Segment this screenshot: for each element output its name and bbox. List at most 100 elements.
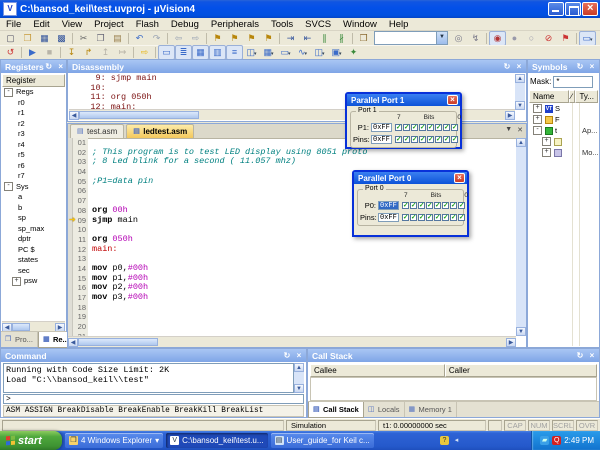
port-value-field[interactable]: 0xFF [371,134,392,144]
tree-expander-icon[interactable]: + [12,276,21,286]
start-stop-debug-icon[interactable]: ◉ [489,30,506,46]
scroll-right-icon[interactable]: ▶ [506,337,516,347]
scroll-up-icon[interactable]: ▲ [294,363,304,372]
tree-expander-icon[interactable]: + [542,148,551,157]
menu-svcs[interactable]: SVCS [299,18,337,31]
symbols-col-type[interactable]: Ty... [575,90,598,103]
analysis-window-icon[interactable]: ∿▾ [294,45,311,60]
editor-hscrollbar[interactable]: ◀ ▶ [68,336,516,347]
open-book-icon[interactable]: ❒ [355,31,372,46]
bit-checkbox[interactable]: ✓ [411,123,418,131]
close-panel-icon[interactable]: × [294,351,304,361]
maximize-button[interactable] [565,2,581,16]
new-file-icon[interactable]: ▢ [2,31,19,46]
incremental-find-icon[interactable]: ↯ [467,31,484,46]
tab-memory-1[interactable]: ▦ Memory 1 [405,402,457,417]
watch-window-icon[interactable]: ◫▾ [243,45,260,60]
registers-window-icon[interactable]: ▥ [209,45,226,60]
command-window-icon[interactable]: ▭ [158,45,175,60]
clock[interactable]: 2:49 PM [564,436,594,445]
disassembly-window-icon[interactable]: ≣ [175,45,192,60]
bit-checkbox[interactable]: ✓ [443,123,450,131]
register-row-psw[interactable]: + psw [2,276,65,287]
scroll-down-icon[interactable]: ▼ [516,327,526,336]
command-prompt-input[interactable]: > [3,394,304,404]
undo-icon[interactable]: ↶ [131,31,148,46]
reset-cpu-icon[interactable]: ↺ [2,45,19,60]
register-row-r0[interactable]: r0 [2,98,65,109]
navigate-back-icon[interactable]: ⇦ [170,31,187,46]
menu-help[interactable]: Help [383,18,415,31]
save-icon[interactable]: ▦ [36,31,53,46]
quick-heal-icon[interactable]: Q [552,436,562,445]
mask-input[interactable] [553,75,594,88]
command-vscrollbar[interactable]: ▲ ▼ [294,363,304,393]
register-row-r3[interactable]: r3 [2,129,65,140]
insert-breakpoint-icon[interactable]: ● [506,31,523,46]
disassembly-vscrollbar[interactable]: ▲ ▼ [515,74,525,110]
menu-view[interactable]: View [56,18,88,31]
editor-tab-test-asm[interactable]: ▤ test.asm [70,124,125,138]
close-document-icon[interactable]: ✕ [517,126,523,134]
bit-checkbox[interactable]: ✓ [427,123,434,131]
combo-dropdown-icon[interactable]: ▼ [436,32,447,44]
find-combobox[interactable]: ▼ [374,31,448,45]
register-row-r6[interactable]: r6 [2,161,65,172]
port-value-field[interactable]: 0xFF [371,122,392,132]
editor-code[interactable]: ; This program is to test LED display us… [88,138,516,336]
run-to-cursor-icon[interactable]: ↦ [114,45,131,60]
caller-column[interactable]: Caller [444,364,597,377]
bookmark-clear-icon[interactable]: ⚑ [260,31,277,46]
callee-column[interactable]: Callee [310,364,445,377]
bit-checkbox[interactable]: ✓ [395,135,402,143]
find-in-files-icon[interactable]: ◎ [450,31,467,46]
bit-checkbox[interactable]: ✓ [418,201,425,209]
command-log[interactable]: Running with Code Size Limit: 2K Load "C:… [3,363,294,393]
bit-checkbox[interactable]: ✓ [410,201,417,209]
register-row-b[interactable]: b [2,203,65,214]
indent-left-icon[interactable]: ⇤ [299,31,316,46]
paste-icon[interactable]: ▤ [109,31,126,46]
pp1-titlebar[interactable]: Parallel Port 1 × [347,94,460,106]
menu-file[interactable]: File [0,18,27,31]
network-icon[interactable]: ▰ [540,436,550,445]
register-row-states[interactable]: states [2,255,65,266]
scroll-up-icon[interactable]: ▲ [515,74,525,83]
bookmark-toggle-icon[interactable]: ⚑ [209,31,226,46]
task-button[interactable]: ▤ User_guide_for Keil c... [270,433,374,448]
navigate-forward-icon[interactable]: ⇨ [187,31,204,46]
tree-expander-icon[interactable]: + [542,137,551,146]
bit-checkbox[interactable]: ✓ [442,201,449,209]
register-row-sec[interactable]: sec [2,266,65,277]
dock-icon[interactable]: ↻ [282,351,292,361]
scroll-left-icon[interactable]: ◀ [69,110,79,120]
symbol-row[interactable]: + F [529,114,598,125]
save-all-icon[interactable]: ▩ [53,31,70,46]
symbol-row[interactable]: - t Ap... [529,125,598,136]
dock-icon[interactable]: ↻ [575,351,585,361]
serial-window-icon[interactable]: ▭▾ [277,45,294,60]
bit-checkbox[interactable]: ✓ [410,213,417,221]
dock-icon[interactable]: ↻ [502,62,512,72]
bit-checkbox[interactable]: ✓ [458,213,465,221]
symbols-col-sort[interactable]: ∕ [568,90,576,103]
bit-checkbox[interactable]: ✓ [458,201,465,209]
step-out-icon[interactable]: ↥ [97,45,114,60]
indent-right-icon[interactable]: ⇥ [282,31,299,46]
bit-checkbox[interactable]: ✓ [434,213,441,221]
register-row-r2[interactable]: r2 [2,119,65,130]
bit-checkbox[interactable]: ✓ [450,201,457,209]
bit-checkbox[interactable]: ✓ [403,135,410,143]
bit-checkbox[interactable]: ✓ [395,123,402,131]
tab-locals[interactable]: ◫ Locals [364,402,405,417]
bit-checkbox[interactable]: ✓ [411,135,418,143]
cut-icon[interactable]: ✂ [75,31,92,46]
call-stack-body[interactable] [310,377,597,401]
kill-breakpoints-icon[interactable]: ⊘ [540,31,557,46]
scroll-right-icon[interactable]: ▶ [505,110,515,120]
tab-call-stack[interactable]: ▤ Call Stack [308,402,364,418]
bit-checkbox[interactable]: ✓ [419,135,426,143]
editor-vscrollbar[interactable]: ▲ ▼ [516,138,526,336]
configure-tools-icon[interactable]: ⚒ [596,31,600,46]
symbols-col-name[interactable]: Name [529,90,569,103]
